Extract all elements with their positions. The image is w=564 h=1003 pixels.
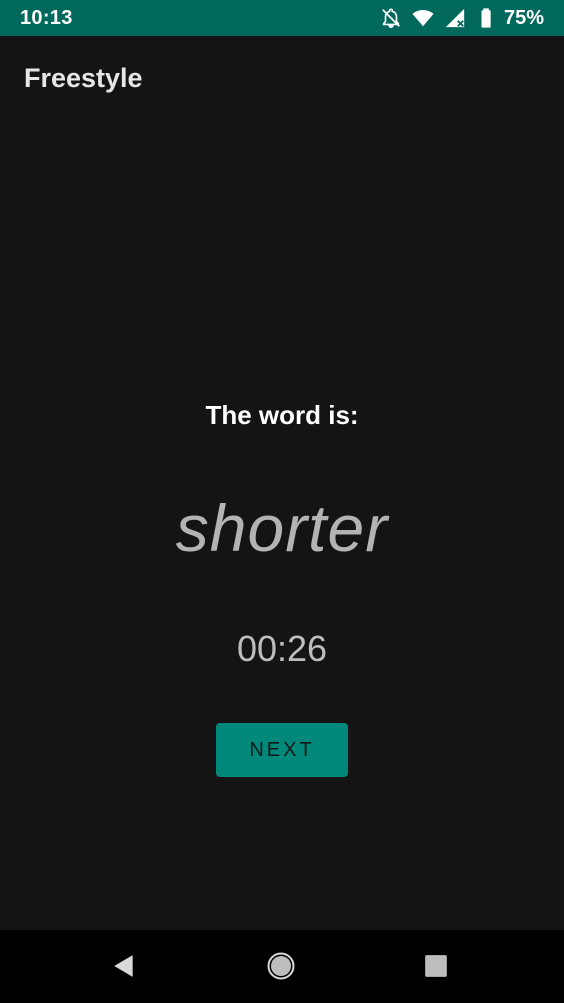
battery-percent: 75% [503,6,544,29]
status-icons: 75% [380,6,544,30]
navigation-bar [0,930,564,1003]
app-title: Freestyle [24,63,143,93]
status-time: 10:13 [20,7,73,29]
current-word: shorter [175,491,389,565]
status-bar: 10:13 75% [0,0,564,36]
word-prompt-label: The word is: [205,400,359,430]
battery-icon [476,7,498,29]
app-bar: Freestyle [0,36,564,124]
notifications-off-icon [380,7,402,29]
wifi-icon [412,7,434,29]
back-icon[interactable] [106,948,142,984]
countdown-timer: 00:26 [236,628,328,669]
signal-icon [444,7,466,29]
recents-icon[interactable] [418,948,454,984]
main-content: The word is: shorter 00:26 NEXT [0,124,564,930]
home-icon[interactable] [263,948,299,984]
next-button[interactable]: NEXT [216,723,348,777]
